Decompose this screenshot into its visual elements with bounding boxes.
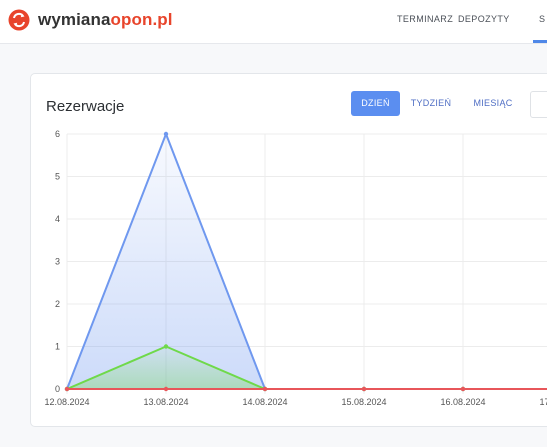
y-tick-label: 2: [55, 299, 60, 309]
y-tick-label: 4: [55, 214, 60, 224]
series-point: [163, 131, 169, 137]
y-tick-label: 6: [55, 129, 60, 139]
x-tick-label: 12.08.2024: [44, 397, 89, 407]
y-tick-label: 0: [55, 384, 60, 394]
x-tick-label: 13.08.2024: [143, 397, 188, 407]
y-tick-label: 1: [55, 342, 60, 352]
series-point: [163, 344, 169, 349]
series-point: [64, 386, 70, 392]
x-tick-label: 14.08.2024: [242, 397, 287, 407]
series-point: [361, 386, 367, 392]
reservations-chart: 0 1 2 3 4 5 6 12.08.2024 13.08.2024 14.08.2024 15.…: [44, 129, 547, 407]
x-tick-label: 16.08.2024: [440, 397, 485, 407]
x-tick-label: 17.08.2024: [539, 397, 547, 407]
y-tick-label: 5: [55, 172, 60, 182]
x-tick-label: 15.08.2024: [341, 397, 386, 407]
series-point: [262, 386, 268, 392]
series-point: [460, 386, 466, 392]
series-point: [163, 386, 169, 392]
y-tick-label: 3: [55, 257, 60, 267]
